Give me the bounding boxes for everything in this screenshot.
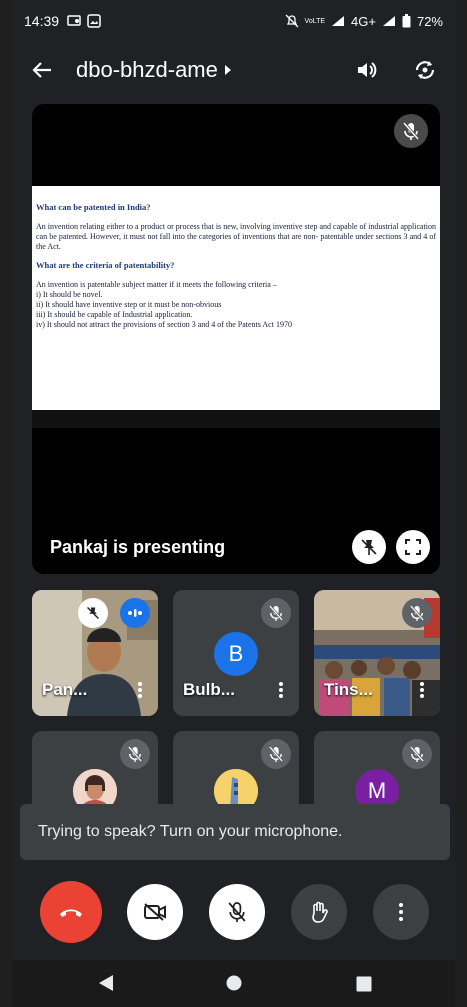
battery-icon xyxy=(402,14,411,28)
pin-off-icon xyxy=(361,539,377,555)
slide-paragraph-1: An invention relating either to a produc… xyxy=(36,222,436,251)
fullscreen-icon xyxy=(405,539,421,555)
system-nav-bar xyxy=(12,960,455,1007)
signal-icon xyxy=(332,16,345,26)
criteria-list: i) It should be novel. ii) It should hav… xyxy=(36,290,436,330)
audio-level-icon xyxy=(128,609,142,617)
back-button[interactable] xyxy=(22,50,62,90)
top-bar-actions xyxy=(347,50,445,90)
camera-toggle-button[interactable] xyxy=(127,884,183,940)
avatar-initial: M xyxy=(367,778,387,803)
pin-off-icon xyxy=(87,607,99,619)
participant-more-button[interactable] xyxy=(132,680,148,700)
participant-name: Bulb... xyxy=(183,680,235,699)
speaker-icon xyxy=(358,62,377,78)
mic-hint-toast[interactable]: Trying to speak? Turn on your microphone… xyxy=(20,804,450,860)
slide-heading-2: What are the criteria of patentability? xyxy=(36,260,175,270)
volte-label: VoLTE xyxy=(304,17,326,25)
presenter-label: Pankaj is presenting xyxy=(50,537,226,557)
slide-paragraph-2: An invention is patentable subject matte… xyxy=(36,280,277,289)
mic-off-icon xyxy=(410,605,424,621)
call-end-icon xyxy=(60,909,82,917)
audio-output-button[interactable] xyxy=(347,50,387,90)
mic-off-icon xyxy=(269,605,283,621)
phone-screen: 14:39 VoLTE 4G+ 72% dbo-bhzd-ame What ca… xyxy=(12,0,455,1007)
participant-mic-status xyxy=(402,598,432,628)
toast-text: Trying to speak? Turn on your microphone… xyxy=(38,823,343,840)
mic-off-icon xyxy=(269,746,283,762)
meeting-code: dbo-bhzd-ame xyxy=(76,57,218,82)
mic-off-icon xyxy=(128,746,142,762)
mic-toggle-button[interactable] xyxy=(209,884,265,940)
criteria-item: iii) It should be capable of Industrial … xyxy=(36,310,193,319)
more-vert-icon xyxy=(279,682,283,698)
switch-camera-icon xyxy=(415,61,435,79)
presentation-tile[interactable]: What can be patented in India? An invent… xyxy=(32,104,440,574)
chevron-right-icon xyxy=(224,65,231,75)
mic-off-icon xyxy=(403,122,419,140)
participant-mic-status xyxy=(120,739,150,769)
arrow-back-icon xyxy=(32,62,51,78)
participant-name: Pan... xyxy=(42,680,88,699)
participant-tile[interactable]: Tins... xyxy=(314,590,440,716)
more-vert-icon xyxy=(399,903,403,921)
participant-tile[interactable]: B Bulb... xyxy=(173,590,299,716)
participant-name: Tins... xyxy=(324,680,373,699)
shared-slide: What can be patented in India? An invent… xyxy=(32,186,440,410)
end-call-button[interactable] xyxy=(40,881,102,943)
status-time: 14:39 xyxy=(24,13,60,29)
nav-recents-icon xyxy=(356,976,372,992)
participant-mic-status xyxy=(402,739,432,769)
meeting-top-bar: dbo-bhzd-ame xyxy=(12,42,455,98)
fullscreen-button[interactable] xyxy=(396,530,430,564)
speaking-indicator xyxy=(120,598,150,628)
stop-presenting-button[interactable] xyxy=(352,530,386,564)
call-controls xyxy=(12,880,455,944)
nav-home-icon xyxy=(226,975,242,991)
nav-back-button[interactable] xyxy=(98,974,114,997)
slide-toolbar-strip xyxy=(32,410,440,428)
participant-more-button[interactable] xyxy=(414,680,430,700)
criteria-item: iv) It should not attract the provisions… xyxy=(36,320,292,329)
status-right: VoLTE 4G+ 72% xyxy=(285,14,443,29)
notification-icons xyxy=(67,14,101,28)
nav-back-icon xyxy=(99,975,113,991)
mic-off-icon xyxy=(228,902,246,923)
criteria-item: ii) It should have inventive step or it … xyxy=(36,300,222,309)
battery-percent: 72% xyxy=(416,13,443,29)
nav-recents-button[interactable] xyxy=(356,976,372,997)
cast-icon xyxy=(67,15,81,26)
videocam-off-icon xyxy=(144,903,166,921)
criteria-item: i) It should be novel. xyxy=(36,290,103,299)
signal-icon-2 xyxy=(382,16,395,26)
more-options-button[interactable] xyxy=(373,884,429,940)
mute-notifications-icon xyxy=(285,14,298,28)
slide-heading-1: What can be patented in India? xyxy=(36,202,151,212)
mic-off-icon xyxy=(410,746,424,762)
presenter-mic-status xyxy=(394,114,428,148)
status-bar: 14:39 VoLTE 4G+ 72% xyxy=(12,0,455,42)
participant-mic-status xyxy=(261,739,291,769)
network-type: 4G+ xyxy=(351,13,376,29)
hand-icon xyxy=(312,901,328,923)
raise-hand-button[interactable] xyxy=(291,884,347,940)
pin-button[interactable] xyxy=(78,598,108,628)
more-vert-icon xyxy=(420,682,424,698)
avatar: B xyxy=(214,632,258,676)
image-icon xyxy=(87,14,101,28)
more-vert-icon xyxy=(138,682,142,698)
switch-camera-button[interactable] xyxy=(405,50,445,90)
meeting-title[interactable]: dbo-bhzd-ame xyxy=(76,57,232,83)
participant-more-button[interactable] xyxy=(273,680,289,700)
nav-home-button[interactable] xyxy=(226,975,242,996)
participant-mic-status xyxy=(261,598,291,628)
participant-tile[interactable]: Pan... xyxy=(32,590,158,716)
avatar-initial: B xyxy=(228,641,244,666)
